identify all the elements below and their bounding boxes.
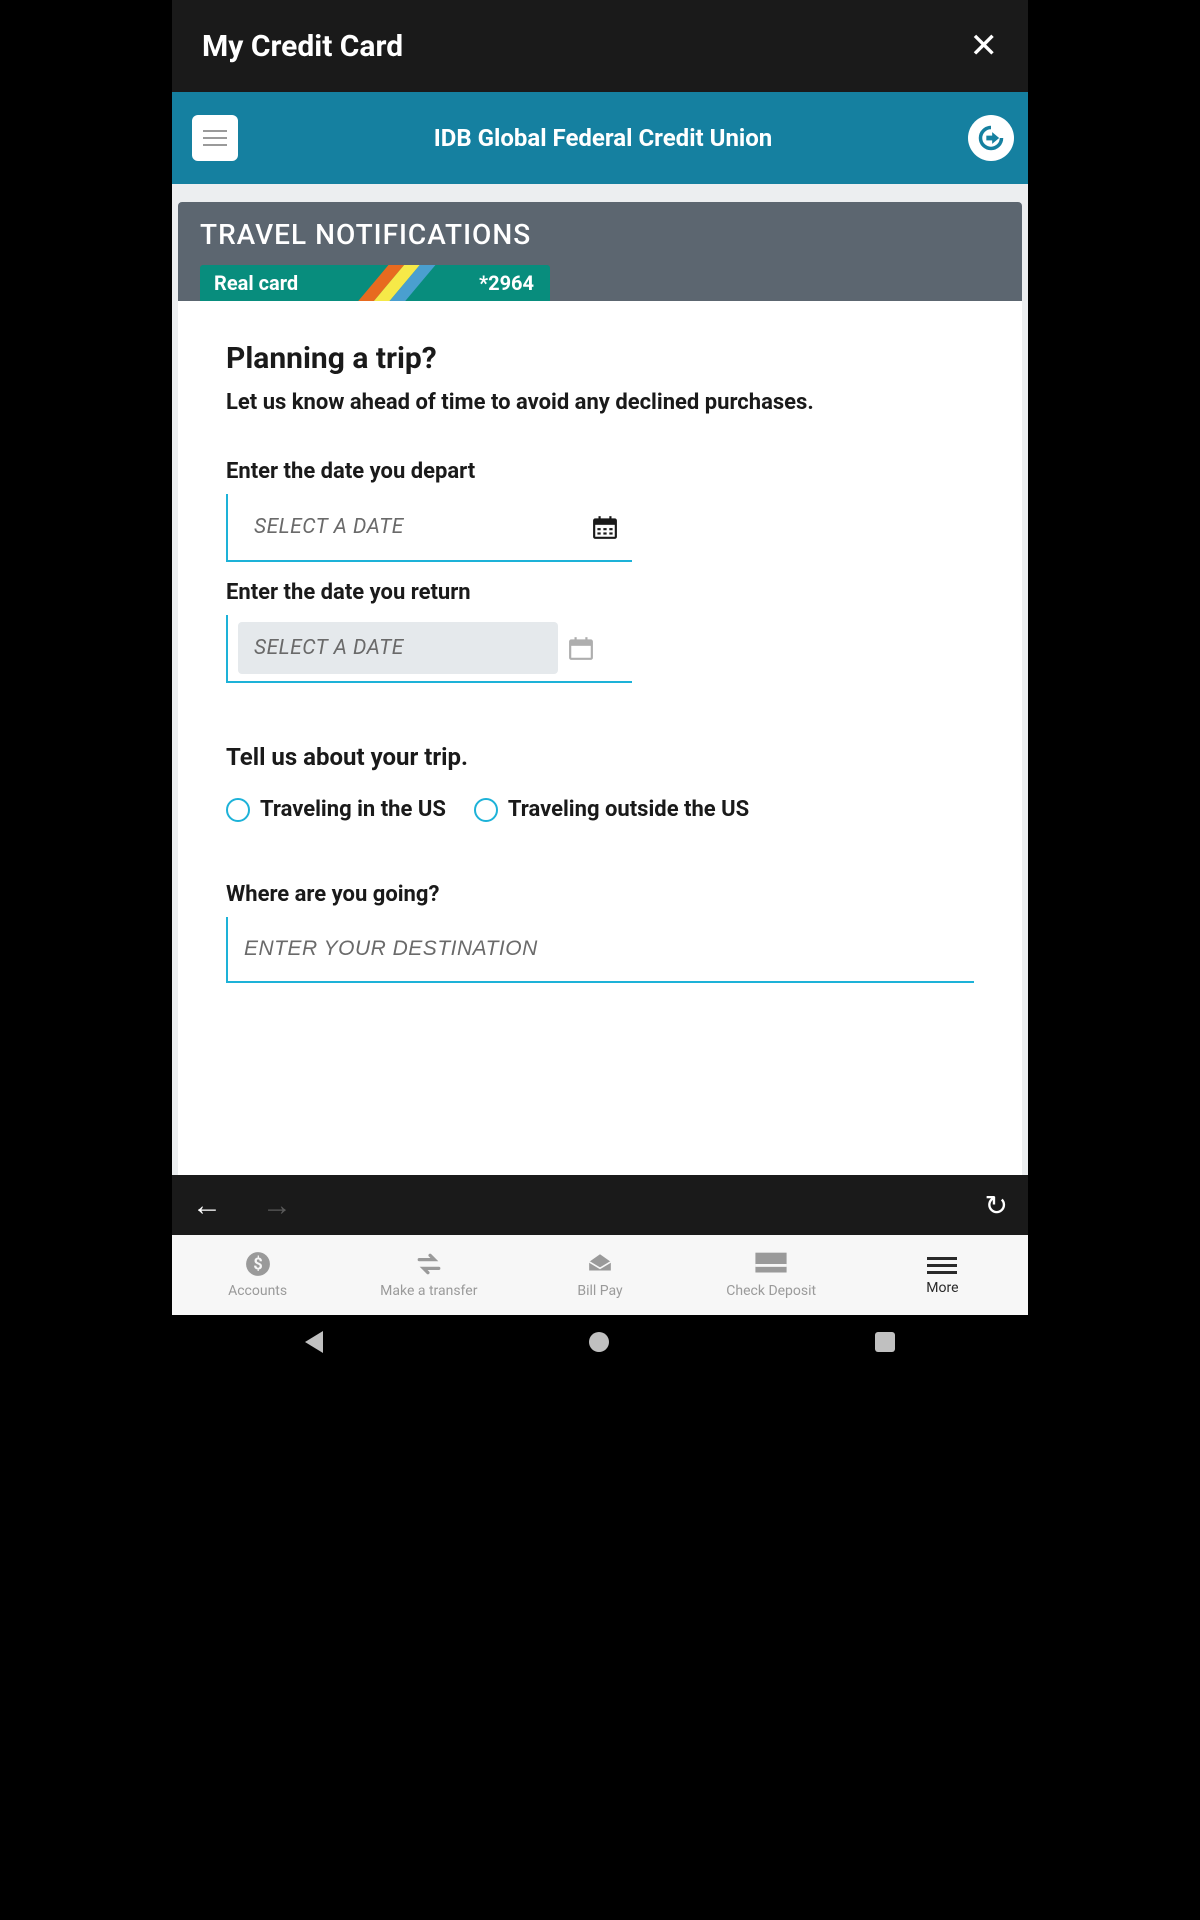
tab-label: Check Deposit — [726, 1283, 816, 1299]
form-subtitle: Let us know ahead of time to avoid any d… — [226, 390, 974, 415]
radio-icon — [226, 798, 250, 822]
sign-out-button[interactable] — [968, 115, 1014, 161]
travel-form: Planning a trip? Let us know ahead of ti… — [178, 301, 1022, 1023]
more-icon — [927, 1255, 957, 1274]
tab-billpay[interactable]: Bill Pay — [514, 1235, 685, 1315]
radio-label: Traveling outside the US — [508, 797, 749, 822]
radio-outside-us[interactable]: Traveling outside the US — [474, 797, 749, 822]
tab-label: Bill Pay — [577, 1283, 622, 1299]
header-title: IDB Global Federal Credit Union — [238, 124, 968, 152]
card-name: Real card — [214, 271, 298, 295]
forward-icon[interactable]: → — [262, 1188, 292, 1223]
travel-notifications-card: TRAVEL NOTIFICATIONS Real card *2964 Pla… — [178, 202, 1022, 1175]
tab-transfer[interactable]: Make a transfer — [343, 1235, 514, 1315]
close-icon[interactable]: ✕ — [964, 23, 1005, 69]
section-heading: TRAVEL NOTIFICATIONS — [200, 218, 1000, 251]
trip-type-label: Tell us about your trip. — [226, 743, 974, 771]
radio-us[interactable]: Traveling in the US — [226, 797, 446, 822]
destination-input[interactable] — [244, 937, 958, 961]
sign-out-icon — [977, 124, 1005, 152]
card-last-four: *2964 — [479, 271, 534, 295]
destination-label: Where are you going? — [226, 882, 974, 907]
depart-date-placeholder: SELECT A DATE — [254, 515, 582, 539]
system-nav-bar — [172, 1315, 1028, 1369]
tab-label: More — [926, 1280, 958, 1296]
bottom-tab-nav: $ Accounts Make a transfer Bill Pay Chec… — [172, 1235, 1028, 1315]
trip-type-options: Traveling in the US Traveling outside th… — [226, 797, 974, 822]
system-back-button[interactable] — [305, 1331, 323, 1353]
tab-accounts[interactable]: $ Accounts — [172, 1235, 343, 1315]
return-date-placeholder: SELECT A DATE — [254, 636, 404, 660]
back-icon[interactable]: ← — [192, 1188, 222, 1223]
return-date-label: Enter the date you return — [226, 580, 974, 605]
page-title: My Credit Card — [202, 29, 403, 64]
transfer-arrows-icon — [412, 1251, 446, 1277]
radio-label: Traveling in the US — [260, 797, 446, 822]
webview-nav-bar: ← → ↻ — [172, 1175, 1028, 1235]
depart-date-input[interactable]: SELECT A DATE — [226, 494, 632, 562]
tab-check-deposit[interactable]: Check Deposit — [686, 1235, 857, 1315]
card-header: TRAVEL NOTIFICATIONS Real card *2964 — [178, 202, 1022, 301]
system-home-button[interactable] — [589, 1332, 609, 1352]
envelope-icon — [583, 1251, 617, 1277]
hamburger-menu-button[interactable] — [192, 115, 238, 161]
return-date-input[interactable]: SELECT A DATE — [226, 615, 632, 683]
calendar-icon — [568, 635, 594, 661]
calendar-icon — [592, 514, 618, 540]
selected-card-pill[interactable]: Real card *2964 — [200, 265, 550, 301]
radio-icon — [474, 798, 498, 822]
depart-date-label: Enter the date you depart — [226, 459, 974, 484]
destination-input-wrapper — [226, 917, 974, 983]
titlebar: My Credit Card ✕ — [172, 0, 1028, 92]
app-header: IDB Global Federal Credit Union — [172, 92, 1028, 184]
content-area: TRAVEL NOTIFICATIONS Real card *2964 Pla… — [172, 184, 1028, 1175]
tab-label: Make a transfer — [380, 1283, 477, 1299]
tab-more[interactable]: More — [857, 1235, 1028, 1315]
reload-icon[interactable]: ↻ — [985, 1189, 1008, 1222]
form-title: Planning a trip? — [226, 341, 974, 376]
tab-label: Accounts — [228, 1283, 287, 1299]
dollar-circle-icon: $ — [241, 1251, 275, 1277]
svg-text:$: $ — [253, 1254, 262, 1273]
check-icon — [754, 1251, 788, 1277]
system-recents-button[interactable] — [875, 1332, 895, 1352]
